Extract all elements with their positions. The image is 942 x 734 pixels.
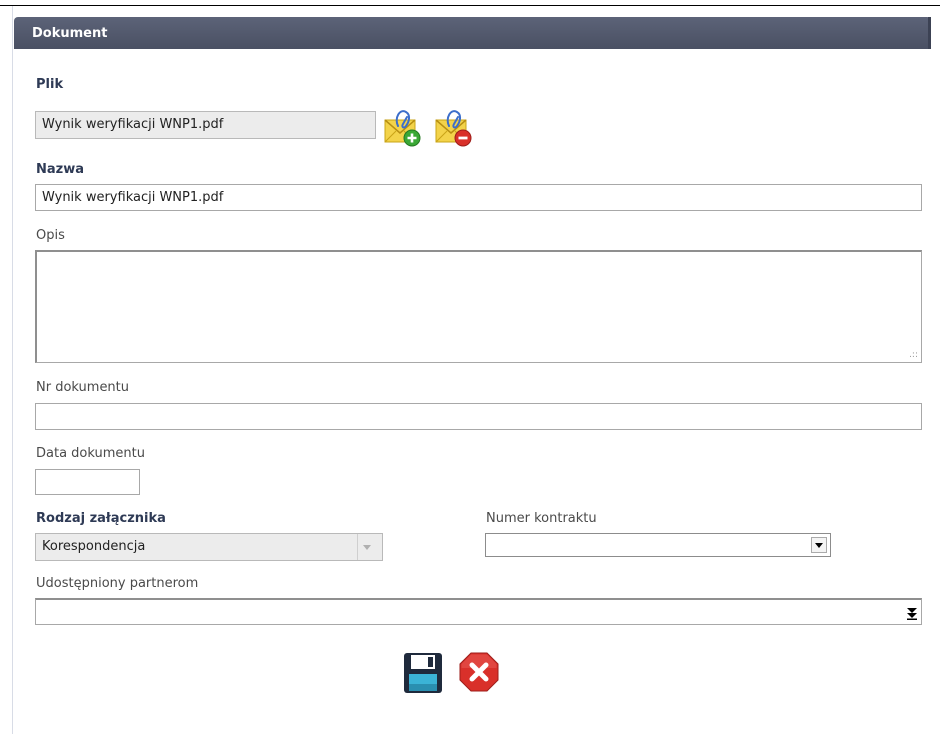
opis-textarea[interactable]: .::	[35, 250, 922, 363]
double-chevron-down-icon[interactable]	[907, 606, 917, 624]
attach-add-icon[interactable]	[382, 106, 424, 152]
numer-kontraktu-select[interactable]	[485, 533, 831, 557]
nazwa-input[interactable]: Wynik weryfikacji WNP1.pdf	[35, 184, 922, 211]
data-dokumentu-input[interactable]	[35, 469, 140, 495]
nr-dokumentu-label: Nr dokumentu	[36, 380, 130, 395]
numer-kontraktu-label: Numer kontraktu	[486, 511, 597, 526]
nazwa-label: Nazwa	[36, 162, 85, 177]
rodzaj-select: Korespondencja	[35, 533, 383, 561]
plik-file-field: Wynik weryfikacji WNP1.pdf	[35, 111, 376, 139]
rodzaj-label: Rodzaj załącznika	[36, 511, 166, 526]
cancel-x-icon[interactable]	[458, 651, 500, 697]
floppy-disk-icon[interactable]	[403, 652, 443, 698]
chevron-down-icon	[357, 534, 376, 560]
udostepniony-label: Udostępniony partnerom	[36, 576, 199, 591]
plik-label: Plik	[36, 77, 64, 92]
nr-dokumentu-input[interactable]	[35, 403, 922, 430]
panel-header-edge	[928, 17, 931, 49]
opis-label: Opis	[36, 228, 65, 243]
udostepniony-multiselect[interactable]	[35, 598, 922, 625]
left-border	[12, 6, 13, 734]
panel-header: Dokument	[14, 17, 931, 49]
dropdown-arrow-icon[interactable]	[811, 537, 827, 553]
panel-title: Dokument	[32, 26, 108, 41]
resize-grip-icon[interactable]: .::	[909, 351, 918, 360]
top-border	[0, 5, 940, 6]
attach-remove-icon[interactable]	[433, 106, 475, 152]
rodzaj-selected-value: Korespondencja	[42, 539, 146, 554]
data-dokumentu-label: Data dokumentu	[36, 446, 145, 461]
